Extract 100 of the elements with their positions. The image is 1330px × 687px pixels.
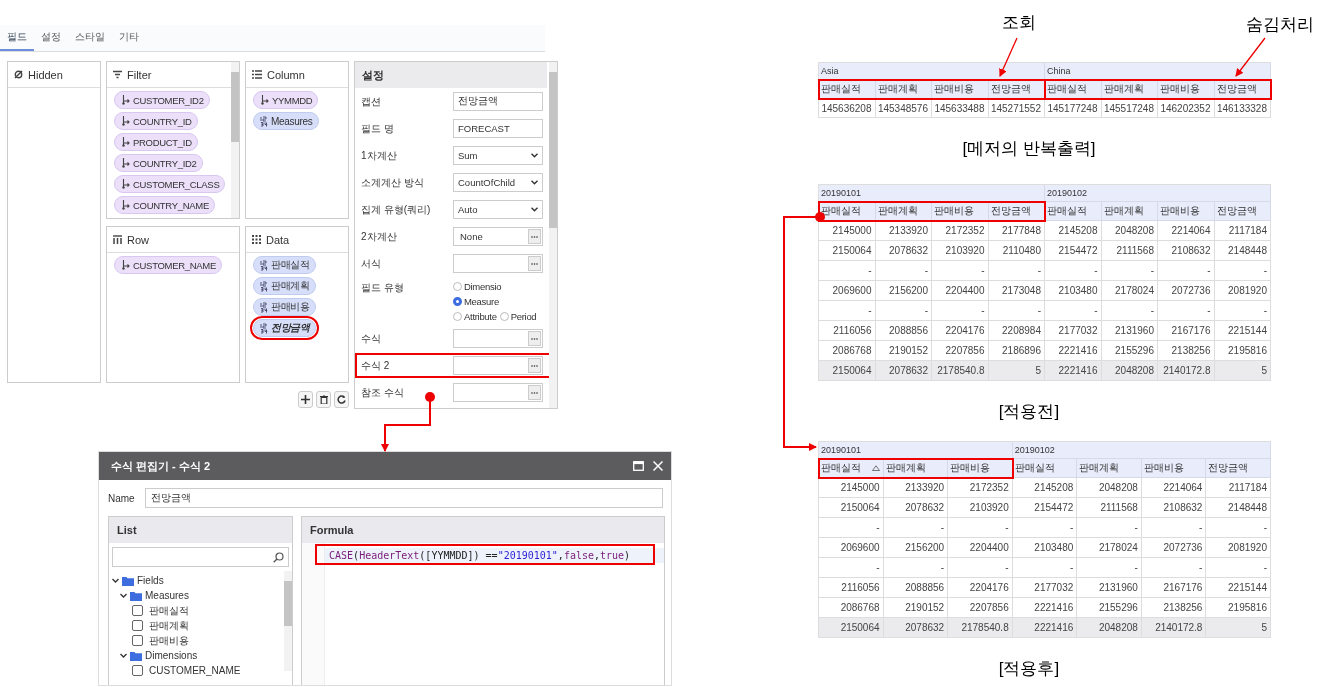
field-chip[interactable]: Measures (253, 112, 319, 130)
table-cell: - (948, 558, 1013, 578)
pane-title: Formula (310, 524, 354, 536)
tree-field-label[interactable]: 판매비용 (149, 633, 189, 648)
chevron-icon[interactable] (120, 592, 127, 599)
checkbox[interactable] (132, 620, 143, 631)
table-cell: 2145208 (1012, 478, 1078, 498)
tree-folder-label[interactable]: Measures (145, 590, 189, 601)
checkbox[interactable] (132, 635, 143, 646)
table-cell: - (1012, 558, 1078, 578)
table-cell: 145177248 (1045, 99, 1102, 118)
table-cell: 2048208 (1077, 618, 1142, 638)
field-chip[interactable]: 판매실적 (253, 256, 316, 274)
input-field[interactable]: 전망금액 (453, 92, 543, 111)
radio-option[interactable]: Measure (453, 296, 499, 307)
table-cell: 2133920 (875, 221, 932, 241)
folder-icon (122, 575, 134, 586)
name-field[interactable]: 전망금액 (144, 488, 663, 508)
field-chip[interactable]: PRODUCT_ID (114, 133, 198, 151)
table-cell: - (819, 518, 884, 538)
checkbox[interactable] (132, 665, 143, 676)
field-chip[interactable]: COUNTRY_ID (114, 112, 198, 130)
radio-button[interactable] (453, 282, 462, 291)
field-chip[interactable]: 전망금액 (253, 319, 316, 337)
tree-folder-label[interactable]: Dimensions (145, 650, 198, 661)
radio-button[interactable] (453, 297, 462, 306)
tree-field-label[interactable]: CUSTOMER_NAME (149, 665, 241, 676)
close-icon[interactable] (653, 461, 663, 471)
input-field[interactable] (453, 356, 543, 375)
input-field[interactable] (453, 254, 543, 273)
field-label: 필드 유형 (361, 281, 405, 295)
table-cell: 2214064 (1158, 221, 1215, 241)
input-field[interactable]: FORECAST (453, 119, 543, 138)
tree-field-label[interactable]: 판매실적 (149, 603, 189, 618)
input-field[interactable] (453, 383, 543, 402)
table-cell: 2116056 (819, 578, 884, 598)
more-button[interactable] (528, 256, 541, 271)
input-field[interactable]: None (453, 227, 543, 246)
dropdown[interactable]: Auto (453, 200, 543, 219)
table-cell: 2177032 (1045, 321, 1102, 341)
dropdown[interactable]: Sum (453, 146, 543, 165)
tab[interactable]: 필드 (0, 25, 34, 51)
column-header[interactable]: 판매실적 (1012, 459, 1078, 478)
search-field[interactable] (112, 547, 289, 567)
table-cell: 2048208 (1101, 361, 1158, 381)
table-cell: 2221416 (1045, 361, 1102, 381)
table-cell: 2108632 (1141, 498, 1207, 518)
scrollbar[interactable] (549, 62, 557, 408)
tree-field-label[interactable]: 판매계획 (149, 618, 189, 633)
column-header[interactable]: 판매비용 (1158, 202, 1215, 221)
delete-button[interactable] (316, 391, 331, 408)
field-chip[interactable]: COUNTRY_ID2 (114, 154, 203, 172)
radio-option[interactable]: Dimensio (453, 281, 502, 292)
column-header[interactable]: 전망금액 (1214, 202, 1271, 221)
radio-button[interactable] (499, 312, 509, 321)
dropdown[interactable]: CountOfChild (453, 173, 543, 192)
tab[interactable]: 스타일 (68, 25, 112, 51)
pane-title: List (117, 524, 137, 536)
field-chip[interactable]: COUNTRY_NAME (114, 196, 215, 214)
radio-option[interactable]: Period (499, 311, 537, 322)
table-cell: 2204400 (948, 538, 1013, 558)
sort-icon[interactable] (871, 465, 880, 471)
table-cell: 2177032 (1012, 578, 1078, 598)
table-cell: 2204176 (932, 321, 989, 341)
hierarchy-icon (260, 95, 269, 105)
field-chip[interactable]: CUSTOMER_ID2 (114, 91, 210, 109)
more-button[interactable] (528, 385, 541, 400)
input-field[interactable] (453, 329, 543, 348)
column-header[interactable]: 전망금액 (1206, 459, 1271, 478)
field-chip[interactable]: CUSTOMER_NAME (114, 256, 223, 274)
column-header[interactable]: 판매비용 (1141, 459, 1207, 478)
tree-folder-label[interactable]: Fields (137, 575, 164, 586)
refresh-button[interactable] (334, 391, 349, 408)
table-cell: 2117184 (1214, 221, 1271, 241)
field-chip[interactable]: YYMMDD (253, 91, 319, 109)
numeric-icon (260, 280, 268, 292)
column-header[interactable]: 판매실적 (1045, 202, 1102, 221)
tab[interactable]: 기타 (112, 25, 146, 51)
column-header[interactable]: 판매계획 (1101, 202, 1158, 221)
more-button[interactable] (528, 358, 541, 373)
scrollbar[interactable] (231, 62, 239, 218)
table-cell: 2150064 (819, 241, 876, 261)
radio-button[interactable] (453, 312, 462, 321)
ellipsis-icon (531, 391, 538, 394)
column-header[interactable]: 판매계획 (1077, 459, 1142, 478)
field-chip[interactable]: 판매계획 (253, 277, 316, 295)
more-button[interactable] (528, 331, 541, 346)
add-button[interactable] (298, 391, 313, 408)
scrollbar[interactable] (284, 571, 292, 671)
more-button[interactable] (528, 229, 541, 244)
tab[interactable]: 설정 (34, 25, 68, 51)
maximize-icon[interactable] (633, 461, 644, 471)
table-cell: 145348576 (875, 99, 932, 118)
figure-caption: [적용후] (998, 657, 1060, 680)
field-chip[interactable]: 판매비용 (253, 298, 316, 316)
checkbox[interactable] (132, 605, 143, 616)
field-chip[interactable]: CUSTOMER_CLASS (114, 175, 226, 193)
radio-option[interactable]: Attribute (453, 311, 497, 322)
chevron-icon[interactable] (120, 652, 127, 659)
chevron-icon[interactable] (112, 577, 119, 584)
